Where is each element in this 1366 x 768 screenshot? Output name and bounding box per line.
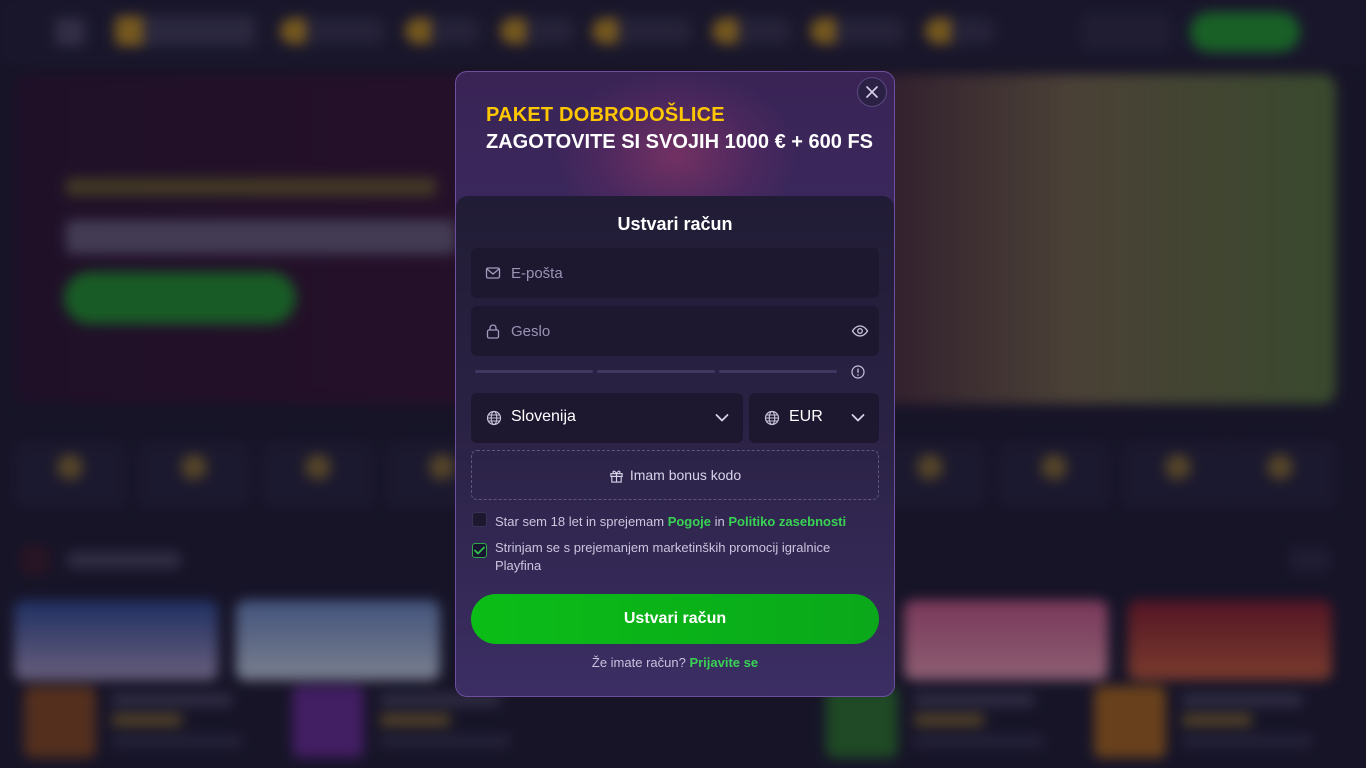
form-title: Ustvari račun xyxy=(617,214,733,234)
mail-icon xyxy=(485,267,501,279)
login-prompt-line: Že imate račun? Prijavite se xyxy=(456,655,894,670)
lock-icon xyxy=(486,324,500,339)
promo-subtitle: ZAGOTOVITE SI SVOJIH 1000 € + 600 FS xyxy=(486,131,874,153)
country-select[interactable]: Slovenija xyxy=(471,393,743,443)
age-terms-middle: in xyxy=(711,514,729,529)
gift-icon xyxy=(610,470,623,483)
password-strength-segment xyxy=(597,370,715,373)
terms-link[interactable]: Pogoje xyxy=(668,514,711,529)
globe-icon xyxy=(764,410,780,426)
create-account-button[interactable]: Ustvari račun xyxy=(471,594,879,644)
info-icon[interactable] xyxy=(851,365,865,379)
chevron-down-icon xyxy=(715,414,729,422)
marketing-text: Strinjam se s prejemanjem marketinških p… xyxy=(495,540,831,573)
close-button[interactable] xyxy=(857,77,887,107)
close-icon xyxy=(866,86,878,98)
bonus-code-toggle[interactable]: Imam bonus kodo xyxy=(471,450,879,500)
checkmark-icon xyxy=(474,546,485,555)
email-input[interactable] xyxy=(511,248,811,298)
login-prompt: Že imate račun? xyxy=(591,655,686,670)
age-terms-text: Star sem 18 let in sprejemam Pogoje in P… xyxy=(495,513,846,531)
email-field[interactable] xyxy=(471,248,879,298)
password-field[interactable] xyxy=(471,306,879,356)
chevron-down-icon xyxy=(851,414,865,422)
privacy-policy-link[interactable]: Politiko zasebnosti xyxy=(728,514,846,529)
promo-title: PAKET DOBRODOŠLICE xyxy=(486,104,725,126)
password-input[interactable] xyxy=(511,306,811,356)
password-strength-segment xyxy=(475,370,593,373)
bonus-code-label: Imam bonus kodo xyxy=(629,467,742,483)
age-terms-prefix: Star sem 18 let in sprejemam xyxy=(495,514,668,529)
currency-value: EUR xyxy=(789,408,823,425)
password-strength-segment xyxy=(719,370,837,373)
country-value: Slovenija xyxy=(511,408,576,425)
age-terms-checkbox[interactable] xyxy=(472,512,487,527)
marketing-checkbox[interactable] xyxy=(472,543,487,558)
currency-select[interactable]: EUR xyxy=(749,393,879,443)
login-link[interactable]: Prijavite se xyxy=(689,655,758,670)
globe-icon xyxy=(486,410,502,426)
eye-icon[interactable] xyxy=(851,322,869,340)
registration-modal: PAKET DOBRODOŠLICE ZAGOTOVITE SI SVOJIH … xyxy=(455,71,895,697)
